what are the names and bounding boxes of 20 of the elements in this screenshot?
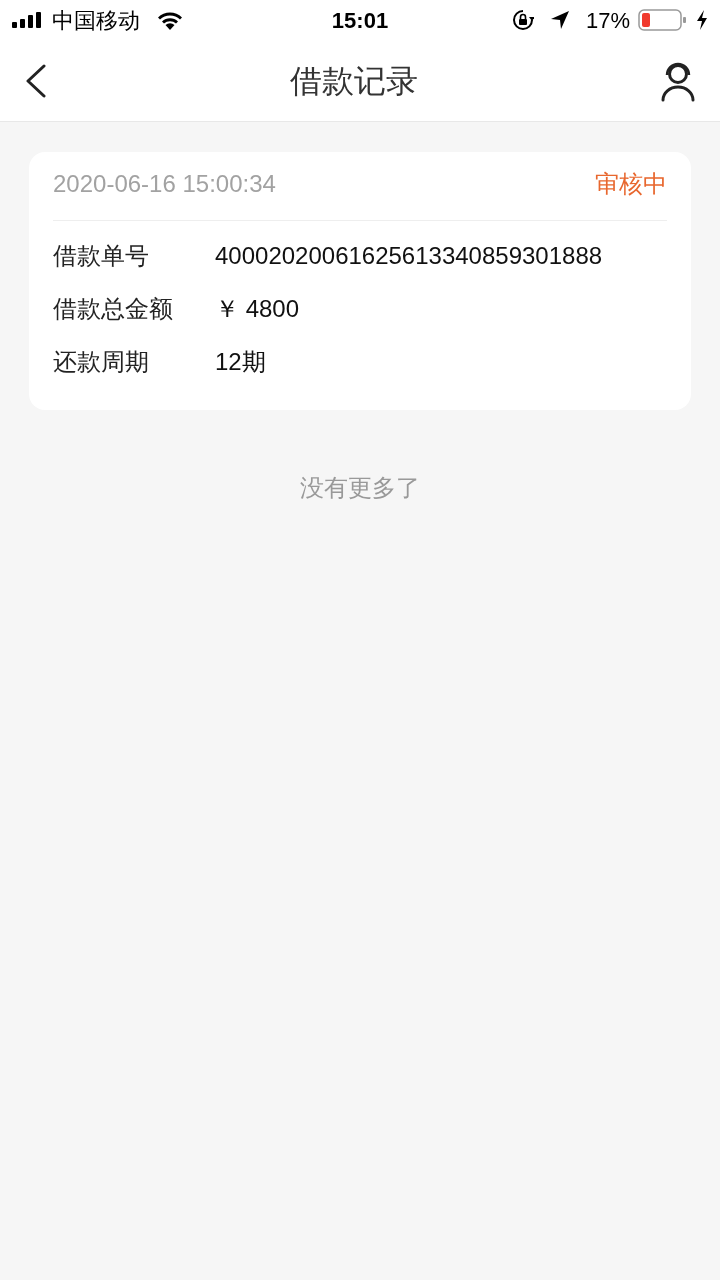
field-label: 借款单号 bbox=[53, 240, 150, 271]
clock-time: 15:01 bbox=[331, 6, 389, 35]
back-button[interactable] bbox=[24, 63, 48, 98]
signal-icon bbox=[12, 12, 44, 28]
wifi-icon bbox=[156, 10, 184, 30]
charging-icon bbox=[696, 10, 708, 30]
location-icon bbox=[549, 10, 570, 30]
field-label: 借款总金额 bbox=[53, 293, 174, 324]
page-title: 借款记录 bbox=[290, 61, 418, 101]
battery-percent: 17% bbox=[585, 6, 630, 35]
battery-icon bbox=[638, 9, 688, 31]
field-value: ￥ 4800 bbox=[215, 293, 300, 324]
record-status: 审核中 bbox=[595, 169, 667, 199]
end-of-list-text: 没有更多了 bbox=[299, 473, 421, 503]
field-label: 还款周期 bbox=[53, 346, 150, 377]
field-value: 40002020061625613340859301888 bbox=[215, 240, 603, 271]
carrier-name: 中国移动 bbox=[52, 6, 140, 35]
field-value: 12期 bbox=[215, 346, 266, 377]
rotation-lock-icon bbox=[511, 9, 534, 31]
record-datetime: 2020-06-16 15:00:34 bbox=[53, 169, 276, 199]
